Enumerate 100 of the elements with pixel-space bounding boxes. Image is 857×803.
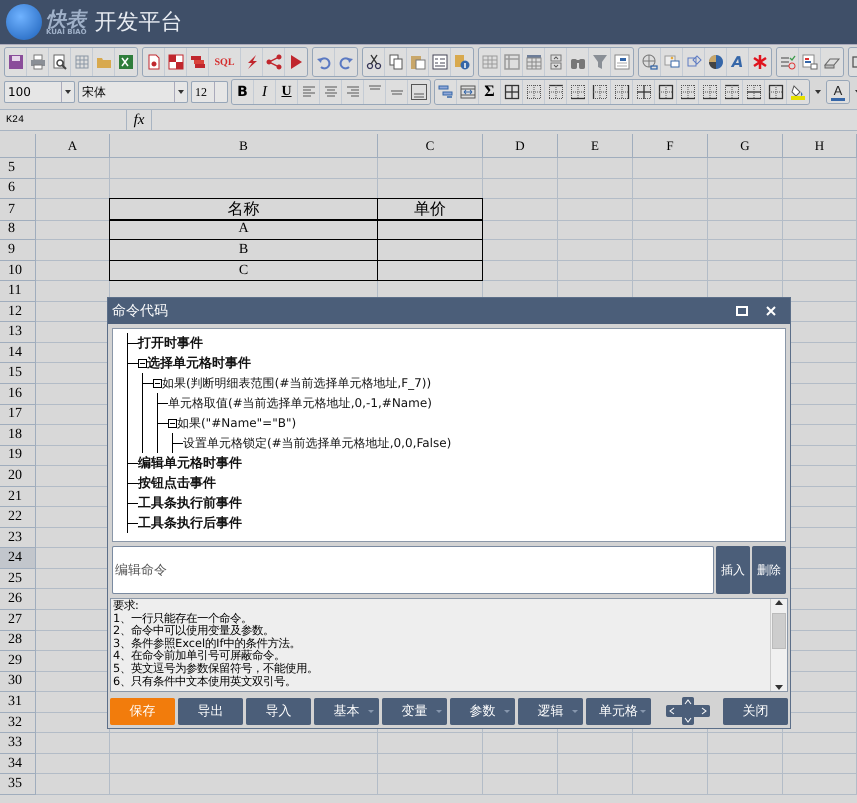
column-header[interactable]: E: [558, 134, 633, 158]
column-header[interactable]: C: [378, 134, 483, 158]
row-header[interactable]: 7: [0, 199, 36, 222]
collapse-toggle[interactable]: [138, 358, 147, 368]
scroll-down-icon[interactable]: [775, 685, 783, 691]
border-icon[interactable]: [504, 84, 520, 100]
sql-button[interactable]: SQL: [209, 48, 241, 76]
row-header[interactable]: 14: [0, 342, 36, 364]
form-icon[interactable]: [432, 54, 448, 70]
chart-table-icon[interactable]: [802, 54, 818, 70]
row-header[interactable]: 17: [0, 404, 36, 426]
align-bottom-icon[interactable]: [411, 84, 427, 100]
row-header[interactable]: 11: [0, 281, 36, 302]
row-header[interactable]: 13: [0, 322, 36, 343]
row-header[interactable]: 12: [0, 302, 36, 322]
tree-item[interactable]: 工具条执行后事件: [138, 514, 242, 532]
column-header[interactable]: D: [483, 134, 558, 158]
printer-icon[interactable]: [30, 54, 46, 70]
font-color-button[interactable]: A: [826, 80, 850, 104]
corner-cell[interactable]: [0, 134, 36, 158]
row-header[interactable]: 24: [0, 548, 36, 569]
copy-icon[interactable]: [388, 54, 404, 70]
row-header[interactable]: 21: [0, 486, 36, 508]
play-icon[interactable]: [288, 54, 304, 70]
spinner-icon[interactable]: [548, 54, 564, 70]
row-header[interactable]: 33: [0, 733, 36, 754]
tree-item[interactable]: 单元格取值(#当前选择单元格地址,0,-1,#Name): [168, 394, 432, 412]
command-input[interactable]: 编辑命令: [112, 546, 714, 594]
row-header[interactable]: 18: [0, 425, 36, 446]
asterisk-icon[interactable]: [752, 54, 768, 70]
font-dropdown[interactable]: 宋体: [78, 81, 188, 103]
sheet-icon[interactable]: [614, 54, 630, 70]
spreadsheet-icon[interactable]: [118, 54, 134, 70]
underline-button[interactable]: U: [276, 80, 298, 104]
toolbar-button[interactable]: 逻辑: [518, 698, 583, 724]
column-header[interactable]: A: [36, 134, 110, 158]
layers-icon[interactable]: [190, 54, 206, 70]
table-header-icon[interactable]: [526, 54, 542, 70]
text-style-button[interactable]: A: [727, 48, 749, 76]
tree-item[interactable]: 选择单元格时事件: [147, 354, 251, 372]
border-icon[interactable]: [658, 84, 674, 100]
border-icon[interactable]: [702, 84, 718, 100]
toolbar-button[interactable]: 导入: [246, 698, 311, 724]
row-header[interactable]: 20: [0, 466, 36, 487]
border-icon[interactable]: [592, 84, 608, 100]
info-icon[interactable]: [454, 54, 470, 70]
border-icon[interactable]: [768, 84, 784, 100]
row-header[interactable]: 22: [0, 507, 36, 528]
close-icon[interactable]: [766, 306, 776, 316]
row-header[interactable]: 16: [0, 384, 36, 405]
scroll-up-icon[interactable]: [775, 599, 783, 605]
scrollbar-thumb[interactable]: [772, 613, 786, 649]
tree-item[interactable]: 如果("#Name"="B"): [177, 414, 296, 432]
row-header[interactable]: 15: [0, 363, 36, 384]
scrollbar[interactable]: [770, 599, 787, 691]
row-header[interactable]: 10: [0, 260, 36, 282]
checkerboard-icon[interactable]: [168, 54, 184, 70]
print-preview-icon[interactable]: [52, 54, 68, 70]
close-button[interactable]: 关闭: [723, 698, 788, 724]
document-gear-icon[interactable]: [146, 54, 162, 70]
toolbar-button[interactable]: 变量: [382, 698, 447, 724]
border-icon[interactable]: [570, 84, 586, 100]
column-header[interactable]: H: [783, 134, 857, 158]
tree-item[interactable]: 设置单元格锁定(#当前选择单元格地址,0,0,False): [183, 434, 452, 452]
tree-item[interactable]: 编辑单元格时事件: [138, 454, 242, 472]
sum-button[interactable]: Σ: [479, 80, 501, 104]
border-icon[interactable]: [746, 84, 762, 100]
toolbar-button[interactable]: 参数: [450, 698, 515, 724]
checklist-icon[interactable]: [780, 54, 796, 70]
border-icon[interactable]: [636, 84, 652, 100]
toolbar-button[interactable]: 导出: [178, 698, 243, 724]
border-icon[interactable]: [680, 84, 696, 100]
row-header[interactable]: 35: [0, 774, 36, 795]
cut-icon[interactable]: [366, 54, 382, 70]
row-header[interactable]: 26: [0, 589, 36, 610]
tree-item[interactable]: 按钮点击事件: [138, 474, 216, 492]
row-header[interactable]: 30: [0, 672, 36, 692]
save-icon[interactable]: [8, 54, 24, 70]
delete-button[interactable]: 删除: [752, 546, 786, 594]
outdent-icon[interactable]: [438, 84, 454, 100]
globe-link-icon[interactable]: [642, 54, 658, 70]
border-icon[interactable]: [724, 84, 740, 100]
merge-cells-icon[interactable]: [460, 84, 476, 100]
insert-button[interactable]: 插入: [716, 546, 750, 594]
row-header[interactable]: 28: [0, 630, 36, 652]
bold-button[interactable]: B: [232, 80, 254, 104]
row-header[interactable]: 19: [0, 446, 36, 466]
row-header[interactable]: 31: [0, 692, 36, 713]
tree-item[interactable]: 打开时事件: [138, 334, 203, 352]
row-header[interactable]: 27: [0, 610, 36, 631]
fill-color-icon[interactable]: [790, 84, 806, 100]
border-icon[interactable]: [526, 84, 542, 100]
row-header[interactable]: 8: [0, 220, 36, 240]
row-header[interactable]: 9: [0, 240, 36, 261]
row-header[interactable]: 32: [0, 712, 36, 734]
paste-icon[interactable]: [410, 54, 426, 70]
italic-button[interactable]: I: [254, 80, 276, 104]
direction-pad-icon[interactable]: [666, 697, 710, 725]
column-header[interactable]: B: [110, 134, 378, 158]
row-header[interactable]: 34: [0, 754, 36, 774]
